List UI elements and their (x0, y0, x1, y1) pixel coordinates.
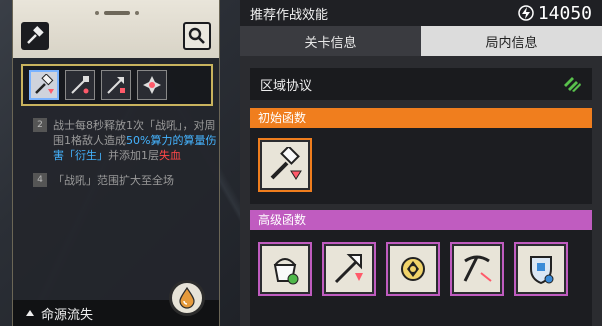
spiky-function-icon (143, 76, 161, 94)
description-entry: 4 「战吼」范围扩大至全场 (33, 173, 219, 188)
function-slot-4[interactable] (137, 70, 167, 100)
gear-function-icon (401, 257, 425, 281)
function-slot-2[interactable] (65, 70, 95, 100)
efficiency-number: 14050 (537, 2, 592, 24)
protocol-icon (564, 77, 581, 92)
advanced-function-gear[interactable] (386, 242, 440, 296)
tab-ingame-info[interactable]: 局内信息 (421, 26, 602, 56)
footer-label: 命源流失 (41, 307, 94, 323)
function-slot-3[interactable] (101, 70, 131, 100)
region-protocol[interactable]: 区域协议 (250, 68, 592, 100)
advanced-function-title: 高级函数 (250, 210, 592, 230)
gavel-function-icon (270, 147, 302, 180)
description-text: 战士每8秒释放1次「战吼」，对周围1格敌人造成50%算力的算量伤害「衍生」并添加… (53, 118, 219, 163)
advanced-function-bucket[interactable] (258, 242, 312, 296)
efficiency-bar: 推荐作战效能 14050 (240, 0, 602, 26)
function-slot-row (21, 64, 213, 106)
advanced-function-axe[interactable] (322, 242, 376, 296)
initial-function-gavel[interactable] (258, 138, 312, 192)
pickaxe-function-icon (463, 255, 492, 282)
gavel-button[interactable] (21, 22, 49, 50)
info-tabs: 关卡信息 局内信息 (240, 26, 602, 56)
region-title: 区域协议 (260, 78, 313, 94)
level-badge: 2 (33, 118, 47, 132)
gavel-function-icon (35, 74, 54, 94)
bucket-function-icon (273, 258, 299, 285)
droplet-orb-button[interactable] (169, 280, 205, 316)
function-slot-1[interactable] (29, 70, 59, 100)
advanced-function-pickaxe[interactable] (450, 242, 504, 296)
desc-text-highlight-red: 失血 (159, 149, 181, 162)
level-badge: 4 (33, 173, 47, 187)
function-description: 2 战士每8秒释放1次「战吼」，对周围1格敌人造成50%算力的算量伤害「衍生」并… (33, 118, 219, 198)
function-card: 2 战士每8秒释放1次「战吼」，对周围1格敌人造成50%算力的算量伤害「衍生」并… (12, 0, 220, 326)
initial-function-title: 初始函数 (250, 108, 592, 128)
droplet-icon (179, 287, 195, 309)
advanced-function-shield[interactable] (514, 242, 568, 296)
initial-function-group: 初始函数 (250, 108, 592, 204)
spear-function-icon (71, 76, 89, 94)
gavel-icon (27, 26, 44, 44)
header-ornament (95, 8, 139, 18)
search-icon (188, 27, 205, 44)
advanced-function-group: 高级函数 (250, 210, 592, 326)
search-button[interactable] (183, 22, 211, 50)
info-panel: 推荐作战效能 14050 关卡信息 局内信息 区域协议 初始函数 高级函数 (240, 0, 602, 326)
card-header (13, 0, 219, 58)
description-entry: 2 战士每8秒释放1次「战吼」，对周围1格敌人造成50%算力的算量伤害「衍生」并… (33, 118, 219, 163)
lightning-icon (518, 5, 534, 21)
efficiency-value: 14050 (518, 3, 592, 24)
desc-text-normal: 并添加1层 (108, 149, 159, 162)
description-text: 「战吼」范围扩大至全场 (53, 174, 174, 187)
chevron-up-icon (26, 310, 34, 316)
axe-function-icon (107, 77, 125, 94)
advanced-function-list (258, 242, 568, 296)
tab-stage-info[interactable]: 关卡信息 (240, 26, 421, 56)
efficiency-label: 推荐作战效能 (250, 7, 329, 23)
axe-function-icon (334, 254, 363, 284)
shield-function-icon (530, 256, 554, 285)
